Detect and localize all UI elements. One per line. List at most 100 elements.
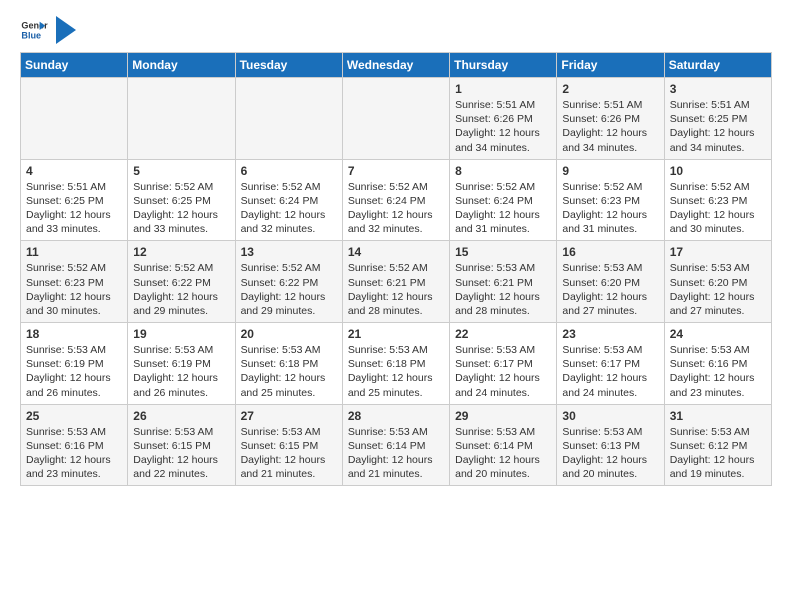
cell-date-number: 26 bbox=[133, 409, 229, 423]
cell-info-text: Sunrise: 5:52 AM Sunset: 6:23 PM Dayligh… bbox=[562, 180, 658, 237]
cell-info-text: Sunrise: 5:52 AM Sunset: 6:25 PM Dayligh… bbox=[133, 180, 229, 237]
calendar-cell: 23Sunrise: 5:53 AM Sunset: 6:17 PM Dayli… bbox=[557, 323, 664, 405]
cell-date-number: 4 bbox=[26, 164, 122, 178]
cell-info-text: Sunrise: 5:53 AM Sunset: 6:18 PM Dayligh… bbox=[241, 343, 337, 400]
cell-date-number: 31 bbox=[670, 409, 766, 423]
calendar-week-row: 25 Sunrise: 5:53 AM Sunset: 6:16 PM Dayli… bbox=[21, 404, 772, 486]
cell-date-number: 2 bbox=[562, 82, 658, 96]
cell-info-text: Sunrise: 5:52 AM Sunset: 6:22 PM Dayligh… bbox=[133, 261, 229, 318]
cell-info-text: Sunrise: 5:53 AM Sunset: 6:19 PM Dayligh… bbox=[133, 343, 229, 400]
calendar-cell: 22Sunrise: 5:53 AM Sunset: 6:17 PM Dayli… bbox=[450, 323, 557, 405]
calendar-cell: 13Sunrise: 5:52 AM Sunset: 6:22 PM Dayli… bbox=[235, 241, 342, 323]
cell-date-number: 16 bbox=[562, 245, 658, 259]
logo: General Blue bbox=[20, 16, 76, 44]
cell-info-text: Sunrise: 5:53 AM Sunset: 6:12 PM Dayligh… bbox=[670, 425, 766, 482]
cell-date-number: 10 bbox=[670, 164, 766, 178]
calendar-cell: 24 Sunrise: 5:53 AM Sunset: 6:16 PM Dayli… bbox=[664, 323, 771, 405]
cell-date-number: 1 bbox=[455, 82, 551, 96]
cell-info-text: Sunrise: 5:51 AM Sunset: 6:25 PM Dayligh… bbox=[670, 98, 766, 155]
cell-date-number: 3 bbox=[670, 82, 766, 96]
logo-icon: General Blue bbox=[20, 16, 48, 44]
calendar-cell: 26Sunrise: 5:53 AM Sunset: 6:15 PM Dayli… bbox=[128, 404, 235, 486]
cell-date-number: 25 bbox=[26, 409, 122, 423]
calendar-cell: 29 Sunrise: 5:53 AM Sunset: 6:14 PM Dayli… bbox=[450, 404, 557, 486]
calendar-cell: 9Sunrise: 5:52 AM Sunset: 6:23 PM Daylig… bbox=[557, 159, 664, 241]
cell-date-number: 28 bbox=[348, 409, 444, 423]
cell-date-number: 20 bbox=[241, 327, 337, 341]
calendar-cell: 5 Sunrise: 5:52 AM Sunset: 6:25 PM Daylig… bbox=[128, 159, 235, 241]
calendar-cell: 25 Sunrise: 5:53 AM Sunset: 6:16 PM Dayli… bbox=[21, 404, 128, 486]
calendar-cell: 17Sunrise: 5:53 AM Sunset: 6:20 PM Dayli… bbox=[664, 241, 771, 323]
day-header-sunday: Sunday bbox=[21, 53, 128, 78]
calendar-cell: 10 Sunrise: 5:52 AM Sunset: 6:23 PM Dayli… bbox=[664, 159, 771, 241]
cell-date-number: 27 bbox=[241, 409, 337, 423]
header: General Blue bbox=[20, 16, 772, 44]
logo-arrow-icon bbox=[56, 16, 76, 44]
cell-date-number: 14 bbox=[348, 245, 444, 259]
cell-date-number: 24 bbox=[670, 327, 766, 341]
cell-info-text: Sunrise: 5:53 AM Sunset: 6:18 PM Dayligh… bbox=[348, 343, 444, 400]
cell-date-number: 12 bbox=[133, 245, 229, 259]
cell-info-text: Sunrise: 5:53 AM Sunset: 6:13 PM Dayligh… bbox=[562, 425, 658, 482]
calendar-cell: 19 Sunrise: 5:53 AM Sunset: 6:19 PM Dayli… bbox=[128, 323, 235, 405]
calendar-cell: 7 Sunrise: 5:52 AM Sunset: 6:24 PM Daylig… bbox=[342, 159, 449, 241]
cell-date-number: 13 bbox=[241, 245, 337, 259]
cell-info-text: Sunrise: 5:53 AM Sunset: 6:16 PM Dayligh… bbox=[26, 425, 122, 482]
calendar-cell: 30 Sunrise: 5:53 AM Sunset: 6:13 PM Dayli… bbox=[557, 404, 664, 486]
calendar-cell: 11Sunrise: 5:52 AM Sunset: 6:23 PM Dayli… bbox=[21, 241, 128, 323]
calendar-cell: 1 Sunrise: 5:51 AM Sunset: 6:26 PM Daylig… bbox=[450, 78, 557, 160]
calendar-cell: 18 Sunrise: 5:53 AM Sunset: 6:19 PM Dayli… bbox=[21, 323, 128, 405]
calendar-week-row: 4 Sunrise: 5:51 AM Sunset: 6:25 PM Daylig… bbox=[21, 159, 772, 241]
day-header-saturday: Saturday bbox=[664, 53, 771, 78]
calendar-cell: 16 Sunrise: 5:53 AM Sunset: 6:20 PM Dayli… bbox=[557, 241, 664, 323]
cell-date-number: 21 bbox=[348, 327, 444, 341]
calendar-cell: 31 Sunrise: 5:53 AM Sunset: 6:12 PM Dayli… bbox=[664, 404, 771, 486]
calendar-cell: 8 Sunrise: 5:52 AM Sunset: 6:24 PM Daylig… bbox=[450, 159, 557, 241]
day-header-monday: Monday bbox=[128, 53, 235, 78]
cell-info-text: Sunrise: 5:51 AM Sunset: 6:25 PM Dayligh… bbox=[26, 180, 122, 237]
cell-info-text: Sunrise: 5:51 AM Sunset: 6:26 PM Dayligh… bbox=[455, 98, 551, 155]
calendar-cell: 21 Sunrise: 5:53 AM Sunset: 6:18 PM Dayli… bbox=[342, 323, 449, 405]
cell-info-text: Sunrise: 5:51 AM Sunset: 6:26 PM Dayligh… bbox=[562, 98, 658, 155]
cell-info-text: Sunrise: 5:52 AM Sunset: 6:24 PM Dayligh… bbox=[348, 180, 444, 237]
cell-date-number: 6 bbox=[241, 164, 337, 178]
calendar-week-row: 11Sunrise: 5:52 AM Sunset: 6:23 PM Dayli… bbox=[21, 241, 772, 323]
cell-info-text: Sunrise: 5:53 AM Sunset: 6:17 PM Dayligh… bbox=[562, 343, 658, 400]
cell-info-text: Sunrise: 5:52 AM Sunset: 6:23 PM Dayligh… bbox=[670, 180, 766, 237]
calendar-table: SundayMondayTuesdayWednesdayThursdayFrid… bbox=[20, 52, 772, 486]
day-header-thursday: Thursday bbox=[450, 53, 557, 78]
cell-date-number: 30 bbox=[562, 409, 658, 423]
cell-info-text: Sunrise: 5:53 AM Sunset: 6:20 PM Dayligh… bbox=[670, 261, 766, 318]
calendar-cell: 12 Sunrise: 5:52 AM Sunset: 6:22 PM Dayli… bbox=[128, 241, 235, 323]
cell-date-number: 18 bbox=[26, 327, 122, 341]
cell-info-text: Sunrise: 5:53 AM Sunset: 6:16 PM Dayligh… bbox=[670, 343, 766, 400]
calendar-week-row: 18 Sunrise: 5:53 AM Sunset: 6:19 PM Dayli… bbox=[21, 323, 772, 405]
cell-date-number: 29 bbox=[455, 409, 551, 423]
cell-date-number: 7 bbox=[348, 164, 444, 178]
cell-info-text: Sunrise: 5:52 AM Sunset: 6:24 PM Dayligh… bbox=[455, 180, 551, 237]
calendar-cell: 27 Sunrise: 5:53 AM Sunset: 6:15 PM Dayli… bbox=[235, 404, 342, 486]
cell-date-number: 8 bbox=[455, 164, 551, 178]
cell-info-text: Sunrise: 5:53 AM Sunset: 6:20 PM Dayligh… bbox=[562, 261, 658, 318]
calendar-header-row: SundayMondayTuesdayWednesdayThursdayFrid… bbox=[21, 53, 772, 78]
cell-date-number: 11 bbox=[26, 245, 122, 259]
cell-info-text: Sunrise: 5:52 AM Sunset: 6:21 PM Dayligh… bbox=[348, 261, 444, 318]
cell-info-text: Sunrise: 5:53 AM Sunset: 6:14 PM Dayligh… bbox=[348, 425, 444, 482]
cell-info-text: Sunrise: 5:53 AM Sunset: 6:19 PM Dayligh… bbox=[26, 343, 122, 400]
calendar-cell: 28 Sunrise: 5:53 AM Sunset: 6:14 PM Dayli… bbox=[342, 404, 449, 486]
cell-info-text: Sunrise: 5:53 AM Sunset: 6:15 PM Dayligh… bbox=[241, 425, 337, 482]
calendar-cell: 4 Sunrise: 5:51 AM Sunset: 6:25 PM Daylig… bbox=[21, 159, 128, 241]
cell-date-number: 5 bbox=[133, 164, 229, 178]
cell-info-text: Sunrise: 5:52 AM Sunset: 6:24 PM Dayligh… bbox=[241, 180, 337, 237]
calendar-cell: 20 Sunrise: 5:53 AM Sunset: 6:18 PM Dayli… bbox=[235, 323, 342, 405]
calendar-week-row: 1 Sunrise: 5:51 AM Sunset: 6:26 PM Daylig… bbox=[21, 78, 772, 160]
cell-date-number: 19 bbox=[133, 327, 229, 341]
svg-text:Blue: Blue bbox=[21, 30, 41, 40]
calendar-cell bbox=[342, 78, 449, 160]
cell-info-text: Sunrise: 5:53 AM Sunset: 6:14 PM Dayligh… bbox=[455, 425, 551, 482]
cell-date-number: 15 bbox=[455, 245, 551, 259]
cell-info-text: Sunrise: 5:53 AM Sunset: 6:21 PM Dayligh… bbox=[455, 261, 551, 318]
day-header-tuesday: Tuesday bbox=[235, 53, 342, 78]
calendar-cell bbox=[21, 78, 128, 160]
day-header-wednesday: Wednesday bbox=[342, 53, 449, 78]
